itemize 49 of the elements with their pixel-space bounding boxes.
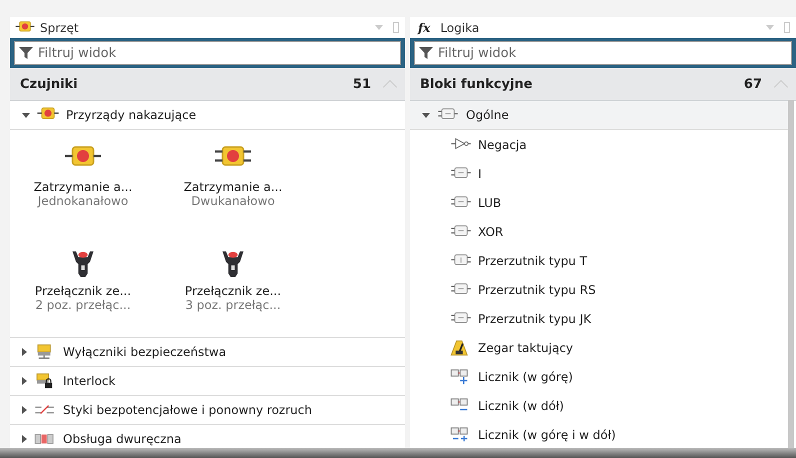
item-count: 51 — [352, 76, 371, 92]
tree-item[interactable]: Przerzutnik typu RS — [410, 275, 788, 304]
category-row[interactable]: Wyłączniki bezpieczeństwa — [10, 338, 405, 367]
panel-icon — [34, 431, 56, 447]
tile-subtitle: Jednokanałowo — [38, 194, 128, 208]
tile-subtitle: 2 poz. przełąc... — [35, 298, 131, 312]
tile-title[interactable]: Zatrzymanie a... — [184, 180, 282, 194]
group-title: Bloki funkcyjne — [420, 76, 534, 92]
group-title: Czujniki — [20, 76, 79, 92]
tree-item[interactable]: Przerzutnik typu T — [410, 246, 788, 275]
item-count: 67 — [744, 76, 762, 92]
collapse-arrow-icon[interactable] — [422, 112, 430, 118]
category-row[interactable]: Styki bezpotencjałowe i ponowny rozruch — [10, 396, 405, 425]
group-header[interactable]: Bloki funkcyjne 67 — [410, 68, 796, 101]
collapse-arrow-icon[interactable] — [22, 112, 30, 118]
expand-arrow-icon[interactable] — [22, 435, 27, 443]
expand-arrow-icon[interactable] — [22, 377, 27, 385]
category-row[interactable]: Przyrządy nakazujące — [10, 101, 405, 130]
filter-field[interactable]: Filtruj widok — [414, 41, 792, 65]
button-icon — [14, 20, 36, 34]
tree-item[interactable]: Licznik (w górę) — [410, 362, 788, 391]
scrollbar[interactable] — [788, 100, 794, 448]
panel-title: Sprzęt — [40, 20, 80, 34]
tile-title[interactable]: Zatrzymanie a... — [34, 180, 132, 194]
tree-item[interactable]: Przerzutnik typu JK — [410, 304, 788, 333]
tree-item[interactable]: Negacja — [410, 130, 788, 159]
tree-item[interactable]: LUB — [410, 188, 788, 217]
tile-title[interactable]: Przełącznik ze... — [184, 284, 282, 298]
pin-icon[interactable] — [393, 22, 399, 33]
tree-item[interactable]: Zegar taktujący — [410, 333, 788, 362]
tile-title[interactable]: Przełącznik ze... — [34, 284, 132, 298]
tree-item[interactable]: I — [410, 159, 788, 188]
tile-subtitle: Dwukanałowo — [191, 194, 275, 208]
pin-icon[interactable] — [784, 22, 790, 33]
dropdown-icon[interactable] — [375, 25, 383, 30]
dropdown-icon[interactable] — [766, 25, 774, 30]
inverter-icon — [450, 136, 472, 152]
expand-arrow-icon[interactable] — [22, 406, 27, 414]
filter-field[interactable]: Filtruj widok — [14, 41, 401, 65]
group-header[interactable]: Czujniki 51 — [10, 68, 405, 101]
expand-arrow-icon[interactable] — [22, 348, 27, 356]
tree-item[interactable]: Licznik (w dół) — [410, 391, 788, 420]
category-row[interactable]: Ogólne — [410, 101, 788, 130]
tree-item[interactable]: Licznik (w górę i w dół) — [410, 420, 788, 448]
panel-title: Logika — [440, 20, 480, 34]
function-icon: fx — [418, 20, 430, 34]
category-row[interactable]: Interlock — [10, 367, 405, 396]
tile-subtitle: 3 poz. przełąc... — [185, 298, 281, 312]
tree-item[interactable]: XOR — [410, 217, 788, 246]
